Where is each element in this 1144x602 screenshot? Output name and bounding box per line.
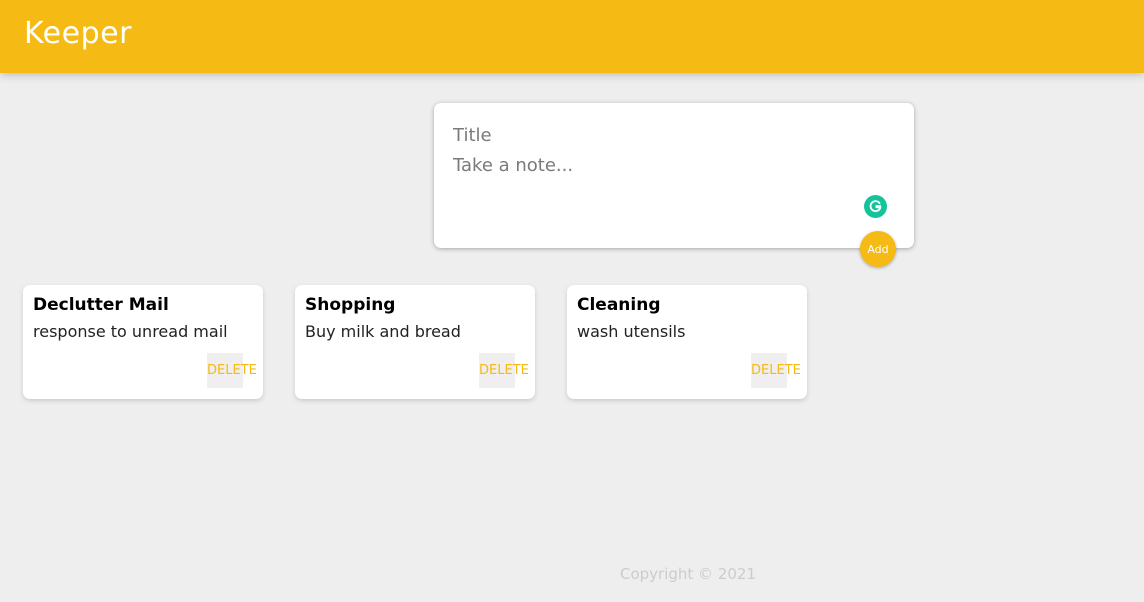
- note-title: Declutter Mail: [33, 295, 169, 315]
- note-content: Buy milk and bread: [305, 322, 461, 341]
- add-note-button[interactable]: Add: [860, 231, 896, 267]
- create-note-form: [434, 103, 914, 248]
- copyright-text: Copyright © 2021: [620, 565, 757, 583]
- note-card: Declutter Mail response to unread mail D…: [23, 285, 263, 399]
- note-title: Cleaning: [577, 295, 661, 315]
- keeper-app: Keeper Add Declutter Mail response to un…: [0, 0, 1144, 602]
- grammarly-icon[interactable]: [864, 195, 887, 218]
- note-card: Shopping Buy milk and bread DELETE: [295, 285, 535, 399]
- note-card: Cleaning wash utensils DELETE: [567, 285, 807, 399]
- brand-logo: Keeper: [24, 16, 132, 51]
- note-content: wash utensils: [577, 322, 686, 341]
- app-header: Keeper: [0, 0, 1144, 73]
- note-title: Shopping: [305, 295, 396, 315]
- delete-note-button[interactable]: DELETE: [207, 353, 257, 388]
- note-content: response to unread mail: [33, 322, 228, 341]
- note-content-input[interactable]: [453, 155, 893, 225]
- footer: Copyright © 2021: [620, 565, 756, 583]
- delete-note-button[interactable]: DELETE: [751, 353, 801, 388]
- delete-note-button[interactable]: DELETE: [479, 353, 529, 388]
- grammarly-g-glyph: [869, 200, 882, 213]
- note-title-input[interactable]: [453, 123, 893, 147]
